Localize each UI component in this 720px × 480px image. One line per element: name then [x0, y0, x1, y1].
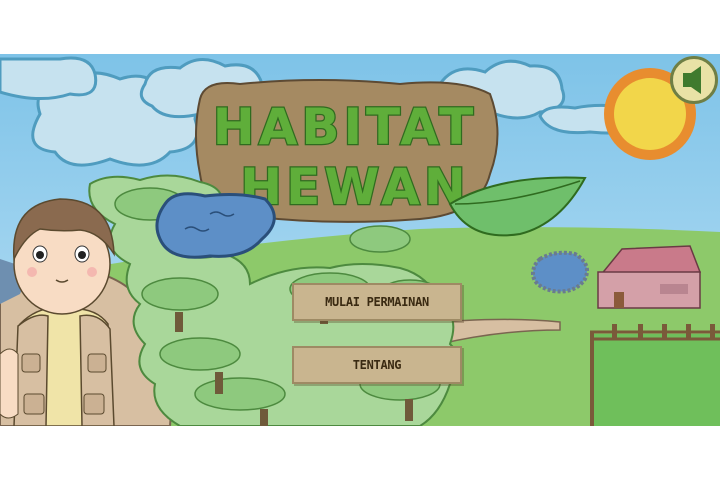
speaker-icon — [683, 66, 701, 94]
sound-toggle-button[interactable] — [670, 56, 718, 104]
fenced-paddock — [590, 324, 720, 426]
about-label: TENTANG — [352, 358, 402, 372]
title-line-1: HABITAT — [213, 98, 477, 156]
farm-pond — [530, 250, 589, 294]
cloud-top — [0, 56, 98, 101]
game-screen: HABITAT HEWAN MULAI PERMAINAN TENTANG — [0, 54, 720, 426]
start-game-button[interactable]: MULAI PERMAINAN — [292, 283, 462, 321]
title-line-2: HEWAN — [240, 158, 469, 216]
about-button[interactable]: TENTANG — [292, 346, 462, 384]
start-game-label: MULAI PERMAINAN — [325, 295, 429, 309]
